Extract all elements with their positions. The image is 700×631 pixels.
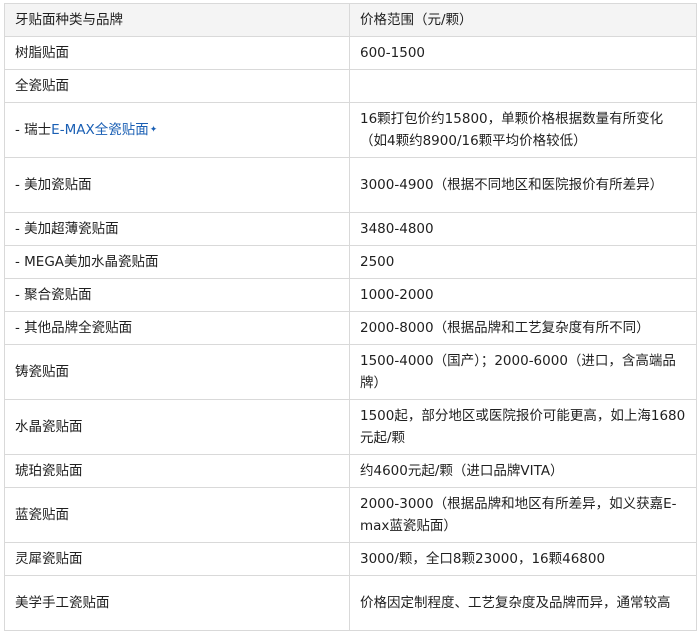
table-row: 铸瓷贴面 1500-4000（国产）；2000-6000（进口，含高端品牌） xyxy=(4,344,697,400)
table-row: - 其他品牌全瓷贴面 2000-8000（根据品牌和工艺复杂度有所不同） xyxy=(4,311,697,345)
cell-price: 1500起，部分地区或医院报价可能更高，如上海1680元起/颗 xyxy=(349,399,697,455)
cell-price: 2000-8000（根据品牌和工艺复杂度有所不同） xyxy=(349,311,697,345)
cell-price: 3000/颗，全口8颗23000，16颗46800 xyxy=(349,542,697,576)
cell-name: 蓝瓷贴面 xyxy=(4,487,350,543)
table-row: 琥珀瓷贴面 约4600元起/颗（进口品牌VITA） xyxy=(4,454,697,488)
table-row: 水晶瓷贴面 1500起，部分地区或医院报价可能更高，如上海1680元起/颗 xyxy=(4,399,697,455)
cell-name: - MEGA美加水晶瓷贴面 xyxy=(4,245,350,279)
cell-name: 水晶瓷贴面 xyxy=(4,399,350,455)
cell-name: - 聚合瓷贴面 xyxy=(4,278,350,312)
cell-name: 琥珀瓷贴面 xyxy=(4,454,350,488)
cell-name: - 美加超薄瓷贴面 xyxy=(4,212,350,246)
cell-price xyxy=(349,69,697,103)
table-row: 全瓷贴面 xyxy=(4,69,697,103)
table-row: - 美加瓷贴面 3000-4900（根据不同地区和医院报价有所差异） xyxy=(4,157,697,213)
table-row: - 美加超薄瓷贴面 3480-4800 xyxy=(4,212,697,246)
cell-price: 3000-4900（根据不同地区和医院报价有所差异） xyxy=(349,157,697,213)
cell-name: - 美加瓷贴面 xyxy=(4,157,350,213)
table-header-row: 牙贴面种类与品牌 价格范围（元/颗） xyxy=(4,3,697,37)
cell-name: 美学手工瓷贴面 xyxy=(4,575,350,631)
table-row: 美学手工瓷贴面 价格因定制程度、工艺复杂度及品牌而异，通常较高 xyxy=(4,575,697,631)
cell-price: 16颗打包价约15800，单颗价格根据数量有所变化（如4颗约8900/16颗平均… xyxy=(349,102,697,158)
sparkle-icon[interactable]: ✦ xyxy=(150,125,158,135)
cell-price: 2500 xyxy=(349,245,697,279)
cell-price: 1500-4000（国产）；2000-6000（进口，含高端品牌） xyxy=(349,344,697,400)
table-row: - MEGA美加水晶瓷贴面 2500 xyxy=(4,245,697,279)
veneer-price-table: 牙贴面种类与品牌 价格范围（元/颗） 树脂贴面 600-1500 全瓷贴面 - … xyxy=(4,3,697,631)
cell-price: 3480-4800 xyxy=(349,212,697,246)
price-table-container: 牙贴面种类与品牌 价格范围（元/颗） 树脂贴面 600-1500 全瓷贴面 - … xyxy=(0,0,700,631)
cell-name: 全瓷贴面 xyxy=(4,69,350,103)
cell-name: 树脂贴面 xyxy=(4,36,350,70)
emax-link[interactable]: E-MAX全瓷贴面 xyxy=(51,122,149,138)
table-row: 灵犀瓷贴面 3000/颗，全口8颗23000，16颗46800 xyxy=(4,542,697,576)
cell-name: - 其他品牌全瓷贴面 xyxy=(4,311,350,345)
cell-price: 价格因定制程度、工艺复杂度及品牌而异，通常较高 xyxy=(349,575,697,631)
header-type-brand: 牙贴面种类与品牌 xyxy=(4,3,350,37)
table-row: - 聚合瓷贴面 1000-2000 xyxy=(4,278,697,312)
cell-name: 铸瓷贴面 xyxy=(4,344,350,400)
cell-price: 600-1500 xyxy=(349,36,697,70)
table-row: - 瑞士E-MAX全瓷贴面✦ 16颗打包价约15800，单颗价格根据数量有所变化… xyxy=(4,102,697,158)
cell-price: 1000-2000 xyxy=(349,278,697,312)
cell-price: 约4600元起/颗（进口品牌VITA） xyxy=(349,454,697,488)
name-prefix: - 瑞士 xyxy=(15,122,52,138)
cell-price: 2000-3000（根据品牌和地区有所差异，如义获嘉E-max蓝瓷贴面） xyxy=(349,487,697,543)
cell-name: 灵犀瓷贴面 xyxy=(4,542,350,576)
table-row: 树脂贴面 600-1500 xyxy=(4,36,697,70)
table-row: 蓝瓷贴面 2000-3000（根据品牌和地区有所差异，如义获嘉E-max蓝瓷贴面… xyxy=(4,487,697,543)
cell-name: - 瑞士E-MAX全瓷贴面✦ xyxy=(4,102,350,158)
header-price-range: 价格范围（元/颗） xyxy=(349,3,697,37)
